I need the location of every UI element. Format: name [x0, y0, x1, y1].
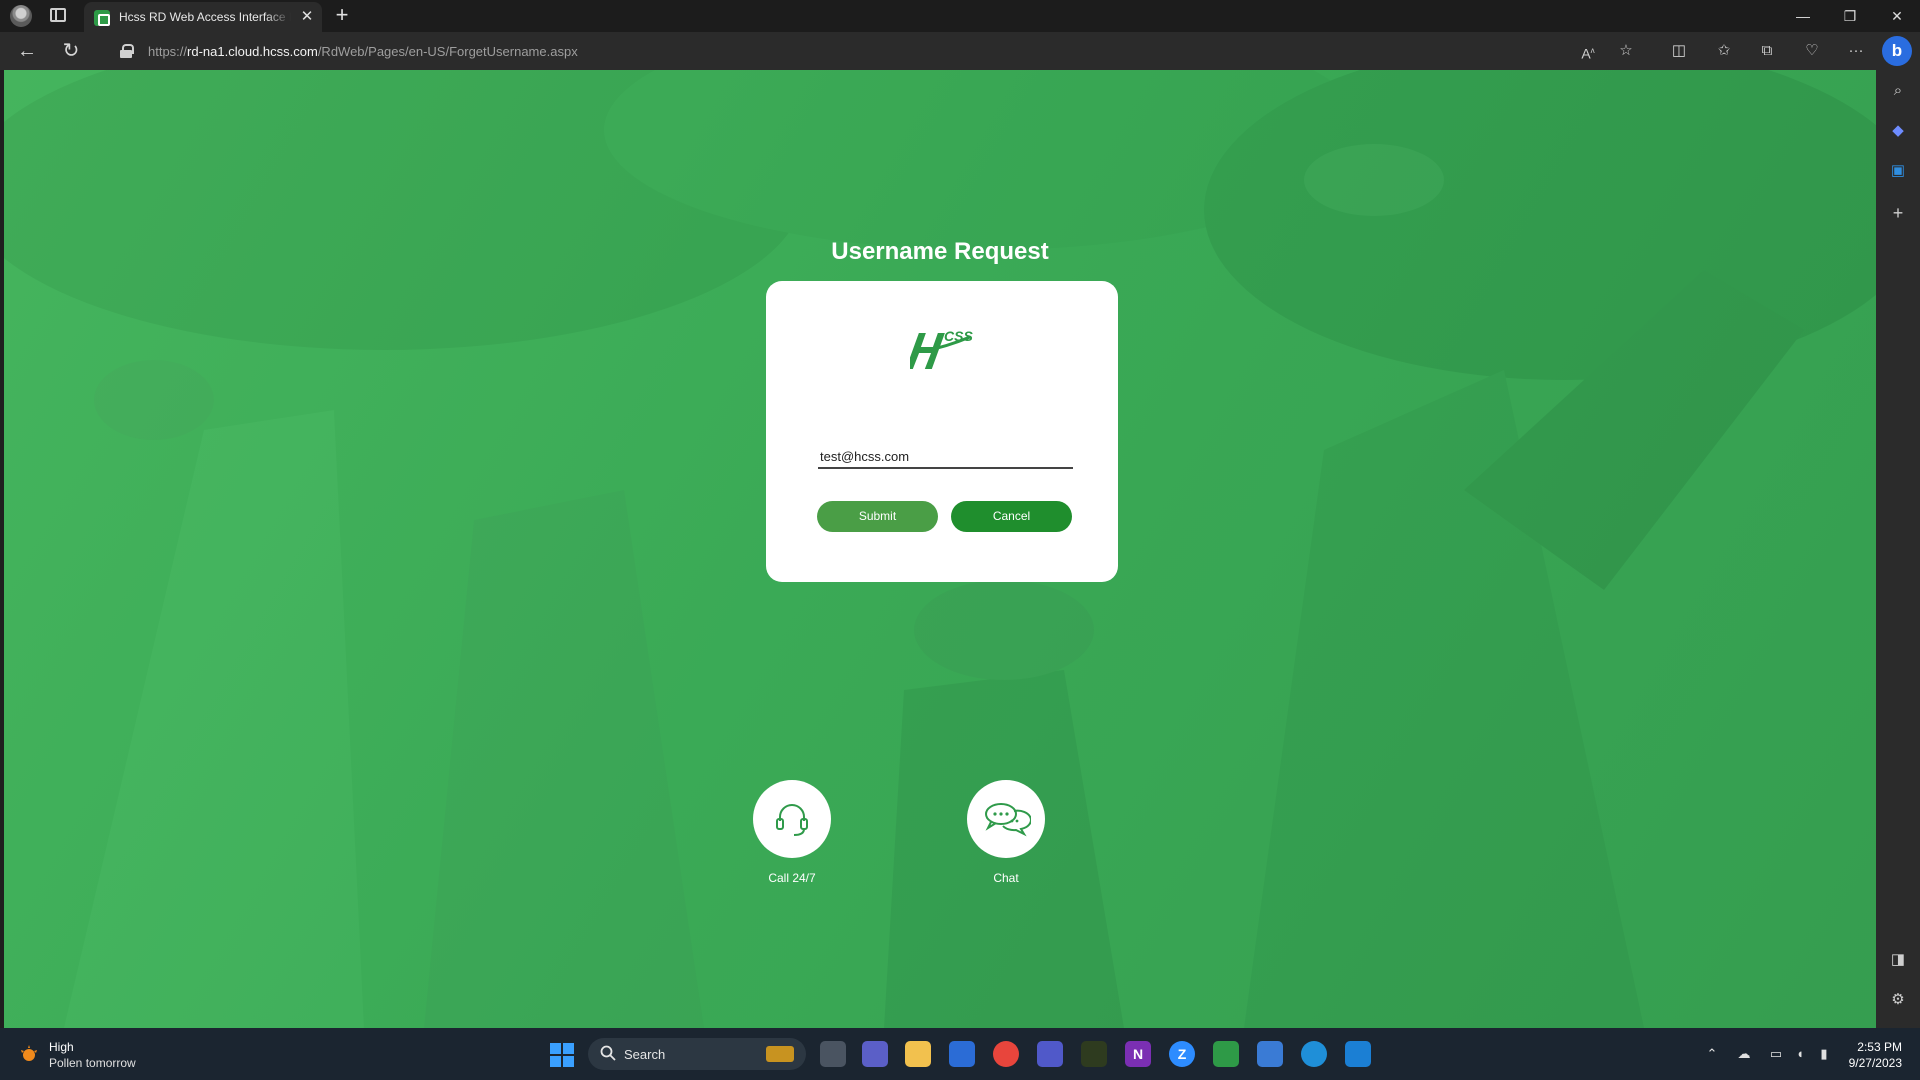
- onedrive-icon[interactable]: ☁: [1734, 1044, 1754, 1064]
- browser-tab-active[interactable]: Hcss RD Web Access Interface De ✕: [84, 2, 322, 32]
- remote-desktop-icon[interactable]: [1345, 1041, 1371, 1067]
- weather-icon[interactable]: [18, 1043, 40, 1065]
- new-tab-button[interactable]: +: [330, 4, 354, 28]
- chat-bubbles-icon: [985, 803, 1031, 837]
- edge-sidebar: ⌕ ◆ ▣ + ◨ ⚙: [1876, 70, 1920, 1028]
- chrome-icon[interactable]: [993, 1041, 1019, 1067]
- search-icon: [600, 1045, 616, 1061]
- search-highlight-icon: [766, 1046, 794, 1062]
- email-field[interactable]: [818, 445, 1073, 469]
- chat-support-link[interactable]: Chat: [936, 780, 1076, 885]
- tab-favicon-icon: [94, 10, 110, 26]
- bing-chat-icon[interactable]: b: [1882, 36, 1912, 66]
- tray-overflow-icon[interactable]: ⌃: [1702, 1044, 1722, 1064]
- hcss-logo: CSS: [910, 328, 973, 369]
- call-support-link[interactable]: Call 24/7: [722, 780, 862, 885]
- cancel-button[interactable]: Cancel: [951, 501, 1072, 532]
- minimize-button[interactable]: —: [1780, 0, 1826, 32]
- call-circle[interactable]: [753, 780, 831, 858]
- windows-start-icon[interactable]: [550, 1043, 574, 1067]
- taskbar-search-box[interactable]: Search: [588, 1038, 806, 1070]
- split-screen-icon[interactable]: ◫: [1669, 41, 1689, 61]
- read-aloud-icon[interactable]: Aʌ: [1578, 41, 1598, 62]
- zoom-icon[interactable]: Z: [1169, 1041, 1195, 1067]
- search-icon[interactable]: ⌕: [1888, 81, 1908, 101]
- chat-circle[interactable]: [967, 780, 1045, 858]
- favorite-star-icon[interactable]: ☆: [1616, 41, 1636, 61]
- tab-actions-icon[interactable]: [50, 8, 66, 22]
- tab-title: Hcss RD Web Access Interface De: [119, 10, 291, 24]
- back-button[interactable]: ←: [14, 39, 40, 63]
- settings-icon[interactable]: ⚙: [1888, 990, 1908, 1010]
- add-icon[interactable]: +: [1888, 203, 1908, 223]
- outlook-icon[interactable]: ▣: [1888, 161, 1908, 181]
- tab-close-icon[interactable]: ✕: [298, 8, 316, 26]
- close-window-button[interactable]: ✕: [1874, 0, 1920, 32]
- volume-icon[interactable]: ◖: [1790, 1044, 1810, 1064]
- search-label: Search: [624, 1047, 666, 1062]
- restore-button[interactable]: ❐: [1827, 0, 1873, 32]
- weather-title[interactable]: High: [49, 1040, 74, 1054]
- file-explorer-icon[interactable]: [905, 1041, 931, 1067]
- meet-icon[interactable]: [862, 1041, 888, 1067]
- username-request-card: CSS Submit Cancel: [766, 281, 1118, 582]
- profile-avatar-icon[interactable]: [10, 5, 32, 27]
- refresh-button[interactable]: ↻: [58, 39, 84, 63]
- page-title: Username Request: [831, 238, 1049, 265]
- browser-essentials-icon[interactable]: ♡: [1802, 41, 1822, 61]
- submit-button[interactable]: Submit: [817, 501, 938, 532]
- copilot-icon[interactable]: ◆: [1888, 121, 1908, 141]
- collections-icon[interactable]: ⧉: [1757, 41, 1777, 61]
- lock-icon[interactable]: [120, 44, 134, 58]
- windows-taskbar: High Pollen tomorrow Search N Z ⌃ ☁ ▭ ◖ …: [0, 1028, 1920, 1080]
- hide-sidebar-icon[interactable]: ◨: [1888, 950, 1908, 970]
- teams-icon[interactable]: [1037, 1041, 1063, 1067]
- url-text[interactable]: https://rd-na1.cloud.hcss.com/RdWeb/Page…: [148, 44, 578, 59]
- edge-icon[interactable]: [1301, 1041, 1327, 1067]
- call-label: Call 24/7: [768, 871, 816, 885]
- onenote-icon[interactable]: N: [1125, 1041, 1151, 1067]
- cad-app-icon[interactable]: [1081, 1041, 1107, 1067]
- task-view-icon[interactable]: [820, 1041, 846, 1067]
- more-menu-icon[interactable]: ···: [1846, 41, 1866, 61]
- browser-tab-bar: Hcss RD Web Access Interface De ✕ + — ❐ …: [0, 0, 1920, 32]
- battery-icon[interactable]: ▮: [1814, 1044, 1834, 1064]
- display-icon[interactable]: ▭: [1766, 1044, 1786, 1064]
- favorites-icon[interactable]: ✩: [1714, 41, 1734, 61]
- headset-icon: [776, 804, 808, 836]
- address-bar[interactable]: https://rd-na1.cloud.hcss.com/RdWeb/Page…: [110, 36, 1570, 66]
- weather-subtitle[interactable]: Pollen tomorrow: [49, 1056, 136, 1070]
- store-icon[interactable]: [949, 1041, 975, 1067]
- browser-toolbar: ← ↻ https://rd-na1.cloud.hcss.com/RdWeb/…: [0, 32, 1920, 70]
- hcss-app-icon[interactable]: [1213, 1041, 1239, 1067]
- clock-time[interactable]: 2:53 PM: [1846, 1040, 1902, 1054]
- web-content: Username Request CSS Submit Cancel Call …: [4, 70, 1876, 1028]
- clock-date[interactable]: 9/27/2023: [1836, 1056, 1902, 1070]
- chat-label: Chat: [993, 871, 1019, 885]
- notepad-icon[interactable]: [1257, 1041, 1283, 1067]
